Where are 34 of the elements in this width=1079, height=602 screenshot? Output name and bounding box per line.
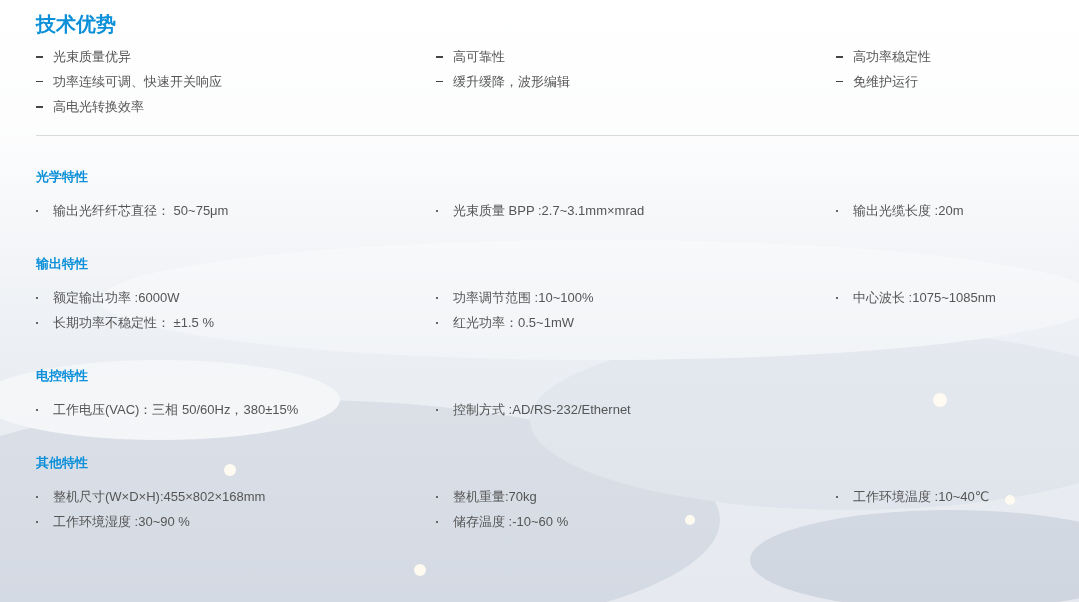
dash-icon [436,55,443,58]
spec-text: 中心波长 :1075~1085nm [853,288,996,307]
spec-text: 控制方式 :AD/RS-232/Ethernet [453,400,631,419]
dash-icon [36,105,43,108]
advantage-text: 高功率稳定性 [853,47,931,66]
spec-text: 工作环境湿度 :30~90 % [53,512,190,531]
advantage-text: 高电光转换效率 [53,97,144,116]
advantage-text: 免维护运行 [853,72,918,91]
dash-icon [36,55,43,58]
advantage-text: 功率连续可调、快速开关响应 [53,72,222,91]
spec-text: 储存温度 :-10~60 % [453,512,569,531]
spec-text: 工作电压(VAC)：三相 50/60Hz，380±15% [53,400,299,419]
spec-text: 工作环境温度 :10~40℃ [853,487,990,506]
dash-icon [36,81,43,82]
section-title: 技术优势 [36,12,116,37]
spec-text: 功率调节范围 :10~100% [453,288,594,307]
spec-heading: 光学特性 [36,168,88,186]
dash-icon [836,81,843,82]
spec-text: 输出光缆长度 :20m [853,201,964,220]
dash-icon [436,81,443,82]
spec-text: 整机重量:70kg [453,487,537,506]
spec-heading: 输出特性 [36,255,88,273]
spec-text: 红光功率：0.5~1mW [453,313,574,332]
spec-heading: 其他特性 [36,454,88,472]
spec-text: 长期功率不稳定性： ±1.5 % [53,313,214,332]
spec-text: 整机尺寸(W×D×H):455×802×168mm [53,487,266,506]
dash-icon [836,55,843,58]
spec-heading: 电控特性 [36,367,88,385]
spec-text: 额定输出功率 :6000W [53,288,180,307]
advantage-text: 缓升缓降，波形编辑 [453,72,570,91]
advantage-text: 光束质量优异 [53,47,131,66]
spec-text: 光束质量 BPP :2.7~3.1mm×mrad [453,201,645,220]
spec-text: 输出光纤纤芯直径： 50~75μm [53,201,229,220]
advantage-text: 高可靠性 [453,47,505,66]
